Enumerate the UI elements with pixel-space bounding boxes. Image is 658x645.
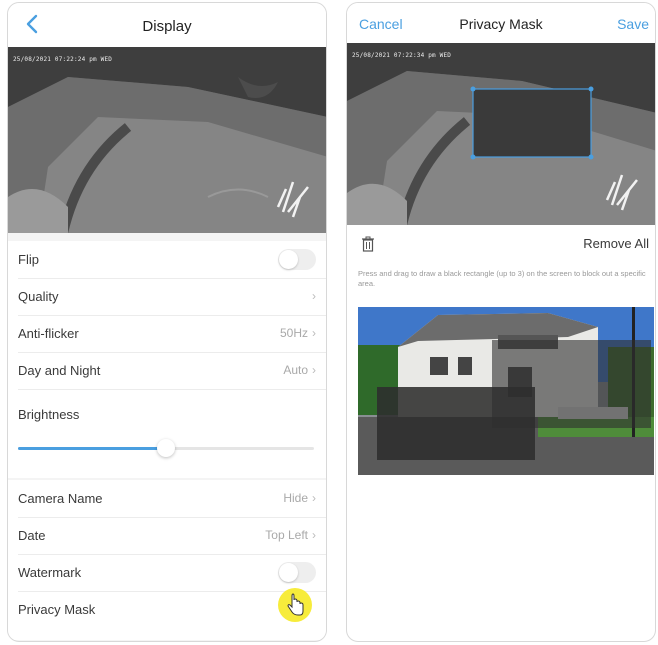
row-label: Date <box>18 528 46 543</box>
watermark-toggle[interactable] <box>278 562 316 583</box>
brightness-label: Brightness <box>18 407 80 422</box>
privacy-mask-screen: Cancel Privacy Mask Save 25/08/2021 07:2… <box>346 2 656 642</box>
camera-preview[interactable]: 25/08/2021 07:22:34 pm WED <box>347 43 655 225</box>
remove-all-button[interactable]: Remove All <box>583 236 649 251</box>
brightness-slider[interactable] <box>18 439 314 457</box>
row-label: Camera Name <box>18 491 103 506</box>
watermark-row[interactable]: Watermark <box>18 554 326 592</box>
quality-row[interactable]: Quality › <box>18 278 326 316</box>
date-row[interactable]: Date Top Left › <box>18 517 326 555</box>
camera-name-row[interactable]: Camera Name Hide › <box>18 480 326 518</box>
example-image <box>358 307 654 475</box>
row-label: Anti-flicker <box>18 326 79 341</box>
nav-bar: Display <box>8 3 326 47</box>
day-and-night-row[interactable]: Day and Night Auto › <box>18 352 326 390</box>
flip-toggle[interactable] <box>278 249 316 270</box>
page-title: Display <box>142 18 192 35</box>
brightness-slider-thumb[interactable] <box>157 439 175 457</box>
camera-timestamp: 25/08/2021 07:22:34 pm WED <box>352 52 452 59</box>
instruction-text: Press and drag to draw a black rectangle… <box>358 269 646 288</box>
anti-flicker-row[interactable]: Anti-flicker 50Hz › <box>18 315 326 353</box>
row-label: Flip <box>18 252 39 267</box>
camera-timestamp: 25/08/2021 07:22:24 pm WED <box>13 56 113 63</box>
mask-rectangle[interactable] <box>470 86 594 160</box>
row-label: Privacy Mask <box>18 602 96 617</box>
display-settings-screen: Display 25/08/2021 07:22:24 pm WED Flip … <box>7 2 327 642</box>
save-button[interactable]: Save <box>617 16 649 32</box>
row-value: 50Hz <box>279 326 308 340</box>
brightness-section: Brightness <box>8 393 326 478</box>
trash-icon[interactable] <box>361 236 375 252</box>
row-label: Quality <box>18 289 59 304</box>
hand-pointer-icon <box>287 593 304 616</box>
settings-group-1: Flip Quality › Anti-flicker 50Hz › Day an… <box>8 241 326 393</box>
row-label: Watermark <box>18 565 82 580</box>
chevron-right-icon: › <box>312 528 316 542</box>
chevron-right-icon: › <box>312 363 316 377</box>
camera-preview: 25/08/2021 07:22:24 pm WED <box>8 47 326 233</box>
chevron-right-icon: › <box>312 491 316 505</box>
row-value: Auto <box>283 363 308 377</box>
row-value: Hide <box>283 491 308 505</box>
page-title: Privacy Mask <box>459 16 543 32</box>
brightness-slider-fill <box>18 447 166 450</box>
nav-bar: Cancel Privacy Mask Save <box>347 3 655 43</box>
flip-row[interactable]: Flip <box>18 241 326 279</box>
chevron-right-icon: › <box>312 326 316 340</box>
row-value: Top Left <box>265 528 308 542</box>
row-label: Day and Night <box>18 363 101 378</box>
tap-highlight <box>278 588 312 622</box>
chevron-right-icon: › <box>312 289 316 303</box>
